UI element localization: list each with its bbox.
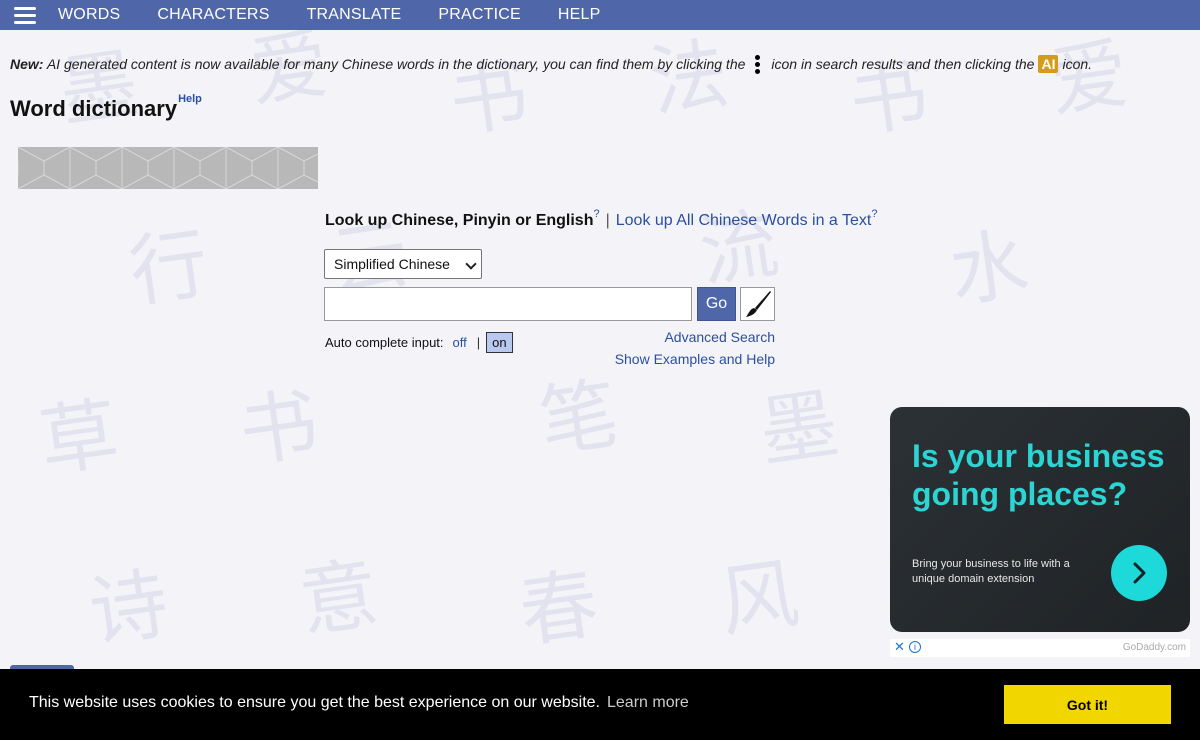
ad-banner[interactable]: Is your business going places? Bring you… (890, 407, 1190, 632)
ad-arrow-button[interactable] (1111, 545, 1167, 601)
handwriting-button[interactable] (740, 287, 775, 321)
nav-characters[interactable]: CHARACTERS (157, 6, 269, 24)
notice-text-before: AI generated content is now available fo… (46, 56, 746, 72)
script-select-value: Simplified Chinese (334, 256, 450, 272)
nav-help[interactable]: HELP (558, 6, 601, 24)
nav-practice[interactable]: PRACTICE (438, 6, 521, 24)
ad-brand: GoDaddy.com (1122, 642, 1186, 653)
page-title-text: Word dictionary (10, 96, 178, 121)
search-input[interactable] (324, 287, 692, 321)
script-select[interactable]: Simplified Chinese (324, 249, 482, 279)
ai-icon: AI (1038, 55, 1059, 73)
autocomplete-on[interactable]: on (486, 332, 513, 353)
autocomplete-label: Auto complete input: (325, 335, 444, 350)
ad-headline: Is your business going places? (912, 438, 1165, 512)
advanced-search-link[interactable]: Advanced Search (664, 329, 775, 345)
cookie-learn-more-link[interactable]: Learn more (607, 694, 689, 712)
autocomplete-toggle: Auto complete input: off | on (325, 332, 513, 353)
ad-info-icon[interactable]: i (909, 641, 921, 653)
background-calligraphy: 墨爱书法书爱 行云流水 草书笔墨 诗意春风 (34, 30, 1134, 659)
lookup-text-help-link[interactable]: ? (871, 208, 877, 220)
go-button[interactable]: Go (697, 287, 736, 321)
ad-placeholder-pattern (18, 147, 318, 189)
examples-help-link[interactable]: Show Examples and Help (615, 351, 775, 367)
lookup-help-link[interactable]: ? (593, 208, 599, 220)
hamburger-icon[interactable] (8, 0, 42, 30)
ad-footer: ✕ i GoDaddy.com (890, 639, 1190, 657)
top-navigation: WORDS CHARACTERS TRANSLATE PRACTICE HELP (0, 0, 1200, 30)
nav-translate[interactable]: TRANSLATE (307, 6, 402, 24)
lookup-separator: | (605, 212, 610, 229)
lookup-label: Look up Chinese, Pinyin or English (325, 212, 594, 229)
cookie-banner: This website uses cookies to ensure you … (0, 669, 1200, 740)
cookie-message: This website uses cookies to ensure you … (29, 694, 600, 711)
notice-text-middle: icon in search results and then clicking… (771, 56, 1035, 72)
ai-notice: New: AI generated content is now availab… (10, 54, 1190, 74)
notice-text-after: icon. (1062, 56, 1093, 72)
brush-icon (745, 291, 771, 317)
nav-words[interactable]: WORDS (58, 6, 120, 24)
chevron-down-icon (465, 258, 477, 270)
autocomplete-separator: | (476, 335, 481, 350)
kebab-menu-icon (751, 54, 763, 74)
lookup-heading: Look up Chinese, Pinyin or English? | Look… (325, 208, 877, 230)
cookie-accept-button[interactable]: Got it! (1004, 685, 1171, 724)
title-help-link[interactable]: Help (178, 93, 202, 105)
chevron-right-icon (1133, 562, 1146, 584)
ad-close-icon[interactable]: ✕ (894, 639, 905, 655)
lookup-text-link[interactable]: Look up All Chinese Words in a Text (616, 212, 872, 229)
notice-label: New: (10, 56, 44, 72)
autocomplete-off[interactable]: off (453, 335, 467, 350)
ad-placeholder (18, 147, 318, 189)
ad-subtext: Bring your business to life with a uniqu… (912, 558, 1070, 585)
page-title: Word dictionaryHelp (10, 93, 202, 122)
